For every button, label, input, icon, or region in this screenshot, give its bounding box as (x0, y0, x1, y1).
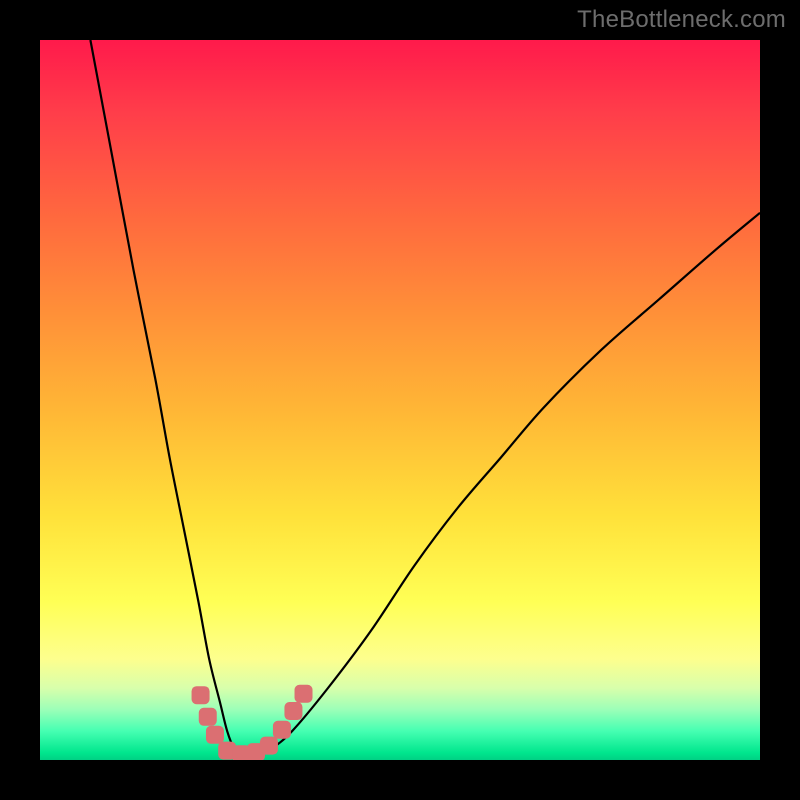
curve-marker (284, 702, 302, 720)
bottleneck-curve (90, 40, 760, 757)
curve-marker (260, 737, 278, 755)
curve-marker (273, 721, 291, 739)
curve-marker (295, 685, 313, 703)
curve-marker (199, 708, 217, 726)
curve-svg (40, 40, 760, 760)
curve-markers (192, 685, 313, 760)
curve-marker (206, 726, 224, 744)
curve-marker (192, 686, 210, 704)
chart-plot-area (40, 40, 760, 760)
chart-frame: TheBottleneck.com (0, 0, 800, 800)
watermark-text: TheBottleneck.com (577, 6, 786, 34)
